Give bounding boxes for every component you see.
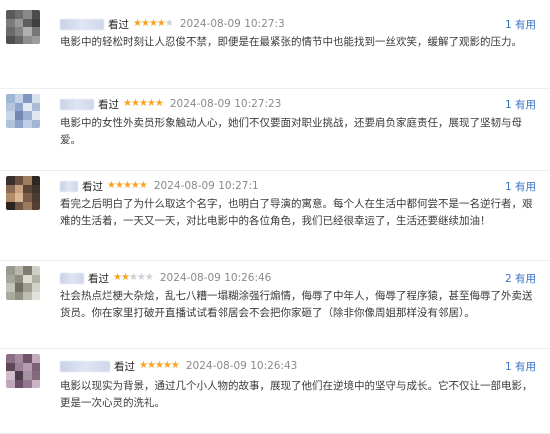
star-icon: ★ (146, 98, 156, 109)
star-icon: ★ (107, 180, 116, 191)
star-icon: ★ (162, 360, 172, 371)
star-icon: ★ (154, 360, 164, 371)
watched-label: 看过 (88, 272, 109, 285)
review-item: 看过 ★ ★ ★ ★ ★ 2024-08-09 10:26:46 2 有用 社会热点烂梗大杂烩，… (0, 260, 550, 349)
star-icon: ★ (164, 18, 174, 29)
star-rating: ★ ★ ★ ★ ★ (123, 98, 164, 109)
star-rating: ★ ★ ★ ★ ★ (107, 180, 148, 191)
avatar[interactable] (6, 266, 40, 300)
review-time: 2024-08-09 10:26:43 (185, 360, 298, 372)
username-blurred[interactable] (60, 98, 94, 110)
star-icon: ★ (170, 360, 180, 371)
review-text: 电影中的女性外卖员形象触动人心，她们不仅要面对职业挑战，还要肩负家庭责任，展现了… (60, 117, 522, 146)
review-meta: 看过 ★ ★ ★ ★ ★ 2024-08-09 10:26:46 (60, 270, 271, 286)
review-text: 社会热点烂梗大杂烩，乱七八糟一塌糊涂强行煽情，侮辱了中年人，侮辱了程序猿，甚至侮… (60, 290, 533, 319)
review-time: 2024-08-09 10:27:23 (169, 98, 282, 110)
watched-label: 看过 (82, 180, 103, 193)
username-blurred[interactable] (60, 180, 78, 192)
star-rating: ★ ★ ★ ★ ★ (133, 18, 174, 29)
review-text: 看完之后明白了为什么取这个名字，也明白了导演的寓意。每个人在生活中都何尝不是一名… (60, 198, 533, 227)
review-meta: 看过 ★ ★ ★ ★ ★ 2024-08-09 10:26:43 (60, 358, 297, 374)
review-list: 看过 ★ ★ ★ ★ ★ 2024-08-09 10:27:3 1 有用 电影中的轻松时刻让人忍… (0, 0, 550, 434)
star-icon: ★ (156, 18, 166, 29)
useful-vote-button[interactable]: 2 有用 (505, 271, 536, 286)
star-icon: ★ (138, 98, 148, 109)
star-icon: ★ (139, 360, 148, 371)
review-meta: 看过 ★ ★ ★ ★ ★ 2024-08-09 10:27:3 (60, 16, 285, 32)
watched-label: 看过 (114, 360, 135, 373)
star-icon: ★ (138, 180, 148, 191)
username-blurred[interactable] (60, 18, 104, 30)
star-icon: ★ (130, 98, 140, 109)
review-item: 看过 ★ ★ ★ ★ ★ 2024-08-09 10:27:1 1 有用 看完之后明白了为什么取… (0, 170, 550, 261)
star-icon: ★ (130, 180, 140, 191)
useful-vote-button[interactable]: 1 有用 (505, 179, 536, 194)
star-icon: ★ (144, 272, 154, 283)
review-time: 2024-08-09 10:27:1 (153, 180, 259, 192)
useful-vote-button[interactable]: 1 有用 (505, 17, 536, 32)
star-icon: ★ (123, 98, 132, 109)
review-time: 2024-08-09 10:26:46 (159, 272, 272, 284)
star-icon: ★ (113, 272, 122, 283)
star-icon: ★ (136, 272, 146, 283)
avatar[interactable] (6, 176, 40, 210)
avatar[interactable] (6, 354, 40, 388)
watched-label: 看过 (108, 18, 129, 31)
review-item: 看过 ★ ★ ★ ★ ★ 2024-08-09 10:26:43 1 有用 电影以现实为背景，通… (0, 348, 550, 434)
star-icon: ★ (122, 180, 132, 191)
star-icon: ★ (114, 180, 124, 191)
star-icon: ★ (148, 18, 158, 29)
review-text: 电影以现实为背景，通过几个小人物的故事，展现了他们在逆境中的坚守与成长。它不仅让… (60, 380, 533, 409)
avatar[interactable] (6, 10, 40, 44)
review-item: 看过 ★ ★ ★ ★ ★ 2024-08-09 10:27:3 1 有用 电影中的轻松时刻让人忍… (0, 6, 550, 89)
star-icon: ★ (128, 272, 138, 283)
star-rating: ★ ★ ★ ★ ★ (139, 360, 180, 371)
review-time: 2024-08-09 10:27:3 (179, 18, 285, 30)
review-text: 电影中的轻松时刻让人忍俊不禁，即便是在最紧张的情节中也能找到一丝欢笑，缓解了观影… (60, 36, 522, 48)
star-icon: ★ (120, 272, 130, 283)
useful-vote-button[interactable]: 1 有用 (505, 97, 536, 112)
star-icon: ★ (140, 18, 150, 29)
review-meta: 看过 ★ ★ ★ ★ ★ 2024-08-09 10:27:1 (60, 178, 259, 194)
watched-label: 看过 (98, 98, 119, 111)
username-blurred[interactable] (60, 360, 110, 372)
star-icon: ★ (154, 98, 164, 109)
useful-vote-button[interactable]: 1 有用 (505, 359, 536, 374)
star-icon: ★ (146, 360, 156, 371)
avatar[interactable] (6, 94, 40, 128)
star-icon: ★ (133, 18, 142, 29)
review-item: 看过 ★ ★ ★ ★ ★ 2024-08-09 10:27:23 1 有用 电影中的女性外卖员形… (0, 88, 550, 171)
username-blurred[interactable] (60, 272, 84, 284)
review-meta: 看过 ★ ★ ★ ★ ★ 2024-08-09 10:27:23 (60, 96, 281, 112)
star-rating: ★ ★ ★ ★ ★ (113, 272, 154, 283)
